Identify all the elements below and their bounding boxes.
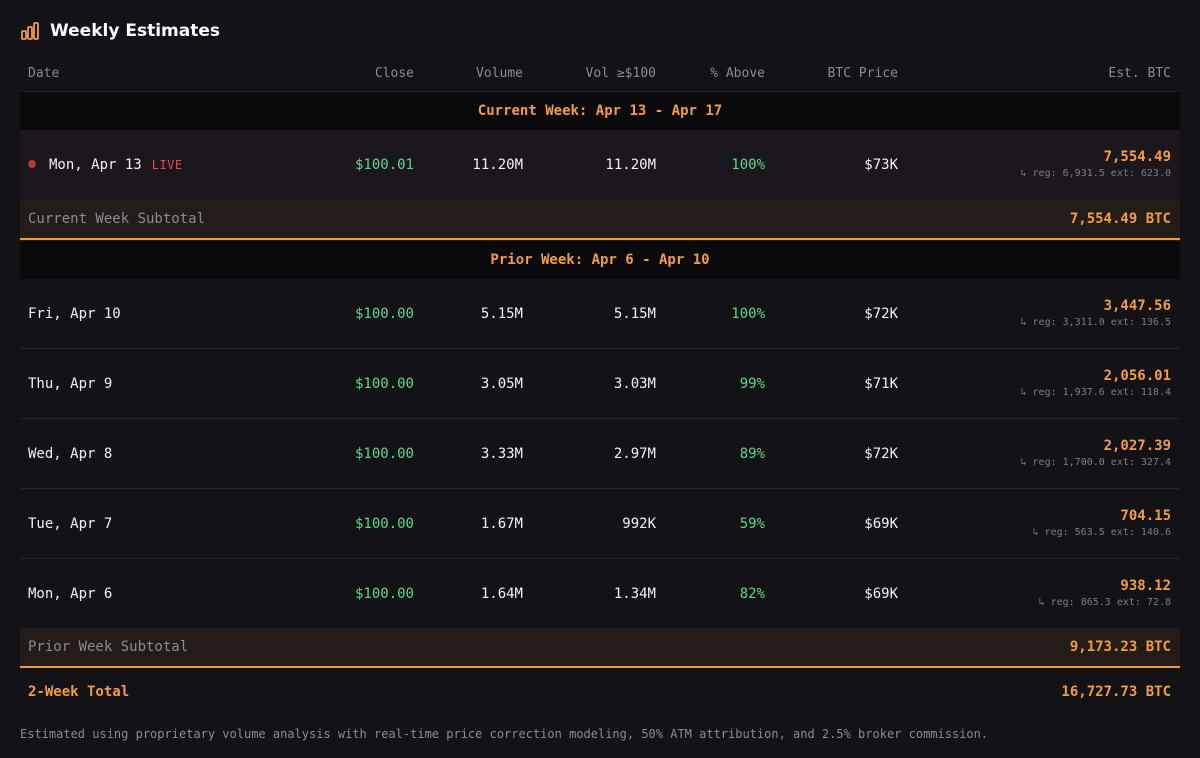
row-est-btc: 2,056.01 — [1103, 367, 1171, 384]
panel-header: Weekly Estimates — [20, 18, 220, 44]
row-volume: 11.20M — [472, 157, 523, 173]
row-volume: 3.05M — [480, 375, 523, 392]
row-vol-100: 1.34M — [613, 585, 656, 602]
row-vol-100: 2.97M — [613, 445, 656, 462]
row-est-btc: 704.15 — [1120, 507, 1171, 524]
col-header-date[interactable]: Date — [20, 66, 270, 81]
table-row[interactable]: Mon, Apr 6 $100.00 1.64M 1.34M 82% $69K … — [20, 558, 1180, 628]
col-header-btc-price[interactable]: BTC Price — [765, 66, 898, 81]
row-date: Mon, Apr 13 — [49, 157, 142, 173]
row-volume: 5.15M — [480, 305, 523, 322]
table-row[interactable]: Tue, Apr 7 $100.00 1.67M 992K 59% $69K 7… — [20, 488, 1180, 558]
row-vol-100: 3.03M — [613, 375, 656, 392]
row-close: $100.00 — [354, 305, 414, 322]
row-pct-above: 82% — [739, 585, 765, 602]
row-btc-price: $71K — [864, 375, 898, 392]
subtotal-value: 7,554.49 BTC — [1069, 211, 1171, 227]
row-date: Tue, Apr 7 — [28, 515, 113, 532]
row-est-breakdown: ↳ reg: 6,931.5 ext: 623.0 — [1020, 168, 1171, 179]
row-vol-100: 5.15M — [613, 305, 656, 322]
subtotal-label: Prior Week Subtotal — [28, 639, 189, 655]
col-header-est-btc[interactable]: Est. BTC — [898, 66, 1180, 81]
live-dot-icon — [28, 160, 36, 168]
row-pct-above: 100% — [731, 305, 765, 322]
row-date: Wed, Apr 8 — [28, 445, 113, 462]
row-est-btc: 938.12 — [1120, 577, 1171, 594]
col-header-pct-above[interactable]: % Above — [656, 66, 765, 81]
row-volume: 1.67M — [480, 515, 523, 532]
row-close: $100.00 — [354, 585, 414, 602]
panel-title: Weekly Estimates — [50, 21, 220, 41]
row-close: $100.00 — [354, 445, 414, 462]
row-date: Mon, Apr 6 — [28, 585, 113, 602]
row-btc-price: $69K — [864, 585, 898, 602]
row-pct-above: 59% — [739, 515, 765, 532]
row-btc-price: $73K — [864, 157, 898, 173]
row-btc-price: $72K — [864, 445, 898, 462]
table-row[interactable]: Thu, Apr 9 $100.00 3.05M 3.03M 99% $71K … — [20, 348, 1180, 418]
estimates-table: Date Close Volume Vol ≥$100 % Above BTC … — [20, 56, 1180, 715]
row-est-btc: 3,447.56 — [1103, 297, 1171, 314]
table-header: Date Close Volume Vol ≥$100 % Above BTC … — [20, 56, 1180, 91]
col-header-volume[interactable]: Volume — [414, 66, 523, 81]
row-close: $100.00 — [354, 375, 414, 392]
row-btc-price: $72K — [864, 305, 898, 322]
live-badge: LIVE — [151, 158, 183, 172]
row-est-btc: 7,554.49 — [1103, 149, 1171, 165]
row-close: $100.00 — [354, 515, 414, 532]
row-est-btc: 2,027.39 — [1103, 437, 1171, 454]
row-est-breakdown: ↳ reg: 1,700.0 ext: 327.4 — [1020, 456, 1171, 468]
row-pct-above: 99% — [739, 375, 765, 392]
table-row[interactable]: Mon, Apr 13 LIVE $100.01 11.20M 11.20M 10… — [20, 130, 1180, 200]
row-pct-above: 89% — [739, 445, 765, 462]
table-row[interactable]: Fri, Apr 10 $100.00 5.15M 5.15M 100% $72… — [20, 279, 1180, 348]
prior-week-header: Prior Week: Apr 6 - Apr 10 — [20, 240, 1180, 279]
subtotal-label: Current Week Subtotal — [28, 211, 206, 227]
row-est-breakdown: ↳ reg: 563.5 ext: 140.6 — [1032, 526, 1171, 538]
total-value: 16,727.73 BTC — [1061, 683, 1171, 700]
table-row[interactable]: Wed, Apr 8 $100.00 3.33M 2.97M 89% $72K … — [20, 418, 1180, 488]
footnote: Estimated using proprietary volume analy… — [20, 727, 989, 741]
row-pct-above: 100% — [731, 157, 765, 173]
total-label: 2-Week Total — [28, 683, 130, 700]
row-est-breakdown: ↳ reg: 865.3 ext: 72.8 — [1038, 596, 1171, 608]
current-week-header: Current Week: Apr 13 - Apr 17 — [20, 91, 1180, 130]
col-header-close[interactable]: Close — [270, 66, 414, 81]
row-volume: 3.33M — [480, 445, 523, 462]
two-week-total: 2-Week Total 16,727.73 BTC — [20, 668, 1180, 715]
subtotal-value: 9,173.23 BTC — [1069, 639, 1171, 655]
current-week-subtotal: Current Week Subtotal 7,554.49 BTC — [20, 200, 1180, 240]
row-volume: 1.64M — [480, 585, 523, 602]
col-header-vol-100[interactable]: Vol ≥$100 — [523, 66, 656, 81]
row-btc-price: $69K — [864, 515, 898, 532]
weekly-estimates-panel: Weekly Estimates Date Close Volume Vol ≥… — [0, 0, 1200, 758]
row-date: Fri, Apr 10 — [28, 305, 121, 322]
row-vol-100: 11.20M — [605, 157, 656, 173]
row-vol-100: 992K — [622, 515, 656, 532]
bar-chart-icon — [20, 21, 40, 41]
prior-week-subtotal: Prior Week Subtotal 9,173.23 BTC — [20, 628, 1180, 668]
row-est-breakdown: ↳ reg: 3,311.0 ext: 136.5 — [1020, 316, 1171, 328]
row-est-breakdown: ↳ reg: 1,937.6 ext: 118.4 — [1020, 386, 1171, 398]
row-close: $100.01 — [354, 157, 414, 173]
row-date: Thu, Apr 9 — [28, 375, 113, 392]
